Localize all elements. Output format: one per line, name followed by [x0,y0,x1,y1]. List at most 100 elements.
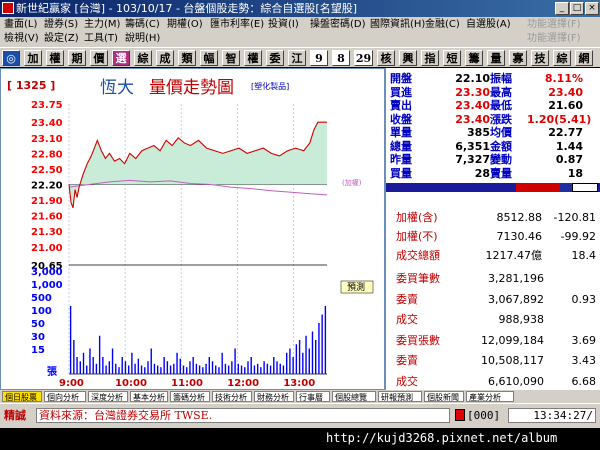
menu-help[interactable]: 說明(H) [125,32,160,46]
watermark-strip: http://kujd3268.pixnet.net/album [0,428,600,450]
menu-invest[interactable]: 投資(I) [268,18,299,32]
toolbar-button-4[interactable]: 價 [90,50,108,66]
toolbar-button-15[interactable]: 8 [332,50,350,66]
menu-functions[interactable]: 功能選擇(F) [527,18,581,32]
price-tick-label: 21.30 [31,227,63,238]
quote-label: 最高 [490,85,512,99]
close-button[interactable]: × [585,2,599,15]
quote-value: 18 [567,166,583,180]
quote-value: 1.20(5.41) [527,112,592,126]
toolbar-button-2[interactable]: 權 [46,50,64,66]
toolbar-button-23[interactable]: 寡 [509,50,527,66]
volume-tick-label: 50 [31,319,45,330]
toolbar-button-14[interactable]: 9 [310,50,328,66]
toolbar-button-18[interactable]: 興 [399,50,417,66]
order-row: 委買張數 12,099,184 3.69 [386,333,600,347]
menu-view[interactable]: 檢視(V) [4,32,39,46]
quote-value: 22.77 [548,126,583,139]
toolbar-button-24[interactable]: 技 [531,50,549,66]
price-area-fill [69,122,327,208]
toolbar-button-17[interactable]: 核 [377,50,395,66]
quote-value: 385 [467,126,490,139]
tab-9[interactable]: 研報預測 [378,391,422,402]
quote-value: 23.40 [455,112,490,126]
menu-functions-2[interactable]: 功能選擇(F) [527,32,581,46]
toolbar-button-21[interactable]: 籌 [465,50,483,66]
toolbar-button-16[interactable]: 29 [354,50,373,66]
order-value: 10,508,117 [481,354,544,367]
menu-watchlist[interactable]: 自選股(A) [466,18,511,32]
tab-10[interactable]: 個股新聞 [424,391,464,402]
toolbar-button-8[interactable]: 類 [178,50,196,66]
toolbar-button-13[interactable]: 江 [288,50,306,66]
price-tick-label: 22.50 [31,165,63,176]
toolbar-button-11[interactable]: 權 [244,50,262,66]
stock-category: [塑化製品] [251,81,289,91]
analysis-tab-bar: 個日股票 個向分析 深度分析 基本分析 籌碼分析 技術分析 財務分析 行事曆 個股總覽 研報預測個… [0,390,600,403]
toolbar-button-7[interactable]: 成 [156,50,174,66]
toolbar-button-19[interactable]: 指 [421,50,439,66]
tab-2[interactable]: 深度分析 [88,391,128,402]
index-block: 加權(含) 8512.88 -120.81 加權(不) 7130.46 -99.92 成交總… [386,183,600,262]
toolbar-button-22[interactable]: 量 [487,50,505,66]
toolbar-button-12[interactable]: 委 [266,50,284,66]
tab-8[interactable]: 個股總覽 [332,391,376,402]
toolbar-button-25[interactable]: 綜 [553,50,571,66]
toolbar-button-6[interactable]: 綜 [134,50,152,66]
tab-5[interactable]: 技術分析 [212,391,252,402]
order-label: 成交 [396,313,418,326]
forecast-badge[interactable]: 預測 [347,281,365,293]
tab-4[interactable]: 籌碼分析 [170,391,210,402]
menu-options[interactable]: 期權(O) [167,18,203,32]
menu-chips[interactable]: 籌碼(C) [125,18,160,32]
toolbar-button-1[interactable]: 加 [24,50,42,66]
menu-tools[interactable]: 工具(T) [84,32,118,46]
toolbar-button-9[interactable]: 幅 [200,50,218,66]
menu-main-force[interactable]: 主力(M) [84,18,120,32]
volume-tick-label: 1,000 [31,280,63,291]
order-ratio: 6.68 [571,374,597,388]
tab-1[interactable]: 個向分析 [44,391,86,402]
tab-6[interactable]: 財務分析 [254,391,294,402]
menu-intl-info[interactable]: 國際資訊(H) [370,18,425,32]
order-ratio: 3.43 [571,354,597,367]
time-tick-label: 9:00 [59,378,84,389]
volume-tick-label: 30 [31,332,45,343]
order-value: 12,099,184 [481,333,544,347]
quote-label: 金額 [490,139,512,153]
menu-securities[interactable]: 證券(S) [44,18,78,32]
quote-value: 23.40 [455,99,490,112]
tab-0[interactable]: 個日股票 [2,391,42,402]
toolbar-button-26[interactable]: 網 [575,50,593,66]
quote-label: 總量 [390,139,412,153]
quote-value: 8.11% [544,72,583,85]
quote-panel: 開盤 22.10 振幅 8.11% 買進 23.30 最高 23.40 賣出 23.40 最低 21.… [385,68,600,390]
maximize-button[interactable]: □ [570,2,584,15]
toolbar-button-0[interactable]: ◎ [2,50,20,66]
minimize-button[interactable]: _ [555,2,569,15]
toolbar-button-10[interactable]: 智 [222,50,240,66]
toolbar-button-5[interactable]: 選 [112,50,130,66]
order-row: 成交 988,938 [386,314,600,326]
quote-row: 總量 6,351 金額 1.44 [386,139,600,153]
index-label: 加權(含) [396,211,438,224]
tab-3[interactable]: 基本分析 [130,391,168,402]
tab-7[interactable]: 行事曆 [296,391,330,402]
tab-11[interactable]: 產業分析 [466,391,514,402]
window-title: 新世紀贏家 [台灣] - 103/10/17 - 台盤個股走勢：綜合自選股[名望… [16,2,357,15]
index-value: 7130.46 [496,230,543,243]
menu-finance[interactable]: 金融(C) [425,18,460,32]
order-row: 委賣 3,067,892 0.93 [386,293,600,306]
quote-label: 買量 [390,166,412,180]
menu-trading-code[interactable]: 操盤密碼(D) [310,18,366,32]
order-row: 委賣 10,508,117 3.43 [386,355,600,367]
volume-unit-label: 張 [47,366,58,378]
menu-screen[interactable]: 畫面(L) [4,18,37,32]
toolbar-button-20[interactable]: 短 [443,50,461,66]
data-source-ticker: 資料來源：台灣證券交易所 TWSE. [36,408,450,423]
toolbar-button-3[interactable]: 期 [68,50,86,66]
menu-settings[interactable]: 設定(Z) [44,32,79,46]
menu-forex[interactable]: 匯市利率(E) [210,18,264,32]
stock-code: [ 1325 ] [7,79,55,92]
red-strip [516,183,560,192]
